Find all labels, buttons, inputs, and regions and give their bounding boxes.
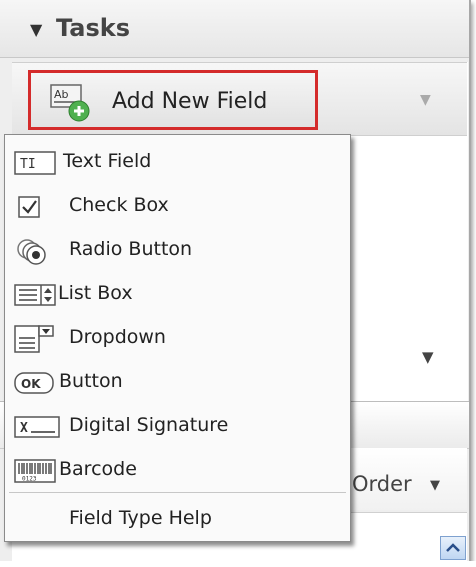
panel-dropdown-arrow-icon[interactable]: ▼ bbox=[422, 348, 434, 366]
add-new-field-label: Add New Field bbox=[112, 89, 268, 114]
menu-item-label: Text Field bbox=[63, 150, 152, 172]
menu-item-label: Dropdown bbox=[69, 326, 166, 348]
field-type-help-item[interactable]: Field Type Help bbox=[69, 507, 212, 529]
checkbox-icon bbox=[18, 196, 40, 218]
svg-text:0123: 0123 bbox=[22, 476, 37, 483]
menu-item-label: Radio Button bbox=[69, 238, 193, 260]
svg-text:OK: OK bbox=[21, 377, 41, 391]
menu-item-label: Check Box bbox=[69, 194, 169, 216]
order-label[interactable]: Order bbox=[352, 472, 412, 496]
menu-item-barcode[interactable]: 0123 Barcode bbox=[5, 449, 350, 493]
menu-item-label: List Box bbox=[58, 282, 133, 304]
menu-item-button[interactable]: OK Button bbox=[5, 361, 350, 405]
menu-item-label: Digital Signature bbox=[69, 414, 229, 436]
button-icon: OK bbox=[14, 372, 54, 394]
list-box-icon bbox=[14, 284, 56, 306]
menu-item-digital-signature[interactable]: X Digital Signature bbox=[5, 405, 350, 449]
menu-item-dropdown[interactable]: Dropdown bbox=[5, 317, 350, 361]
svg-text:TI: TI bbox=[20, 157, 36, 172]
tasks-title: Tasks bbox=[56, 14, 131, 42]
radio-button-icon bbox=[17, 239, 46, 265]
menu-separator bbox=[9, 492, 346, 493]
page-bottom-edge bbox=[0, 561, 476, 567]
barcode-icon: 0123 bbox=[14, 459, 56, 483]
collapse-triangle-icon[interactable]: ▼ bbox=[30, 20, 42, 39]
menu-item-text-field[interactable]: TI Text Field bbox=[5, 141, 350, 185]
dropdown-icon bbox=[14, 325, 54, 353]
add-field-icon: Ab bbox=[50, 84, 90, 122]
svg-text:Ab: Ab bbox=[54, 88, 69, 101]
menu-item-check-box[interactable]: Check Box bbox=[5, 185, 350, 229]
text-field-icon: TI bbox=[14, 151, 56, 175]
menu-item-label: Button bbox=[59, 370, 123, 392]
menu-item-label: Barcode bbox=[59, 458, 137, 480]
add-new-field-button[interactable]: Ab Add New Field bbox=[28, 70, 318, 130]
chevron-up-icon bbox=[446, 543, 460, 552]
svg-text:X: X bbox=[20, 421, 28, 436]
panel-border bbox=[469, 0, 471, 561]
order-dropdown-arrow-icon[interactable]: ▼ bbox=[430, 478, 440, 493]
toolbar-dropdown-arrow-icon[interactable]: ▼ bbox=[420, 92, 431, 108]
tasks-header[interactable]: ▼ Tasks bbox=[0, 0, 469, 58]
menu-item-radio-button[interactable]: Radio Button bbox=[5, 229, 350, 273]
add-field-menu: TI Text Field Check Box Radio Button Lis… bbox=[4, 134, 351, 542]
menu-item-list-box[interactable]: List Box bbox=[5, 273, 350, 317]
digital-signature-icon: X bbox=[14, 416, 60, 438]
scroll-up-button[interactable] bbox=[440, 536, 466, 560]
